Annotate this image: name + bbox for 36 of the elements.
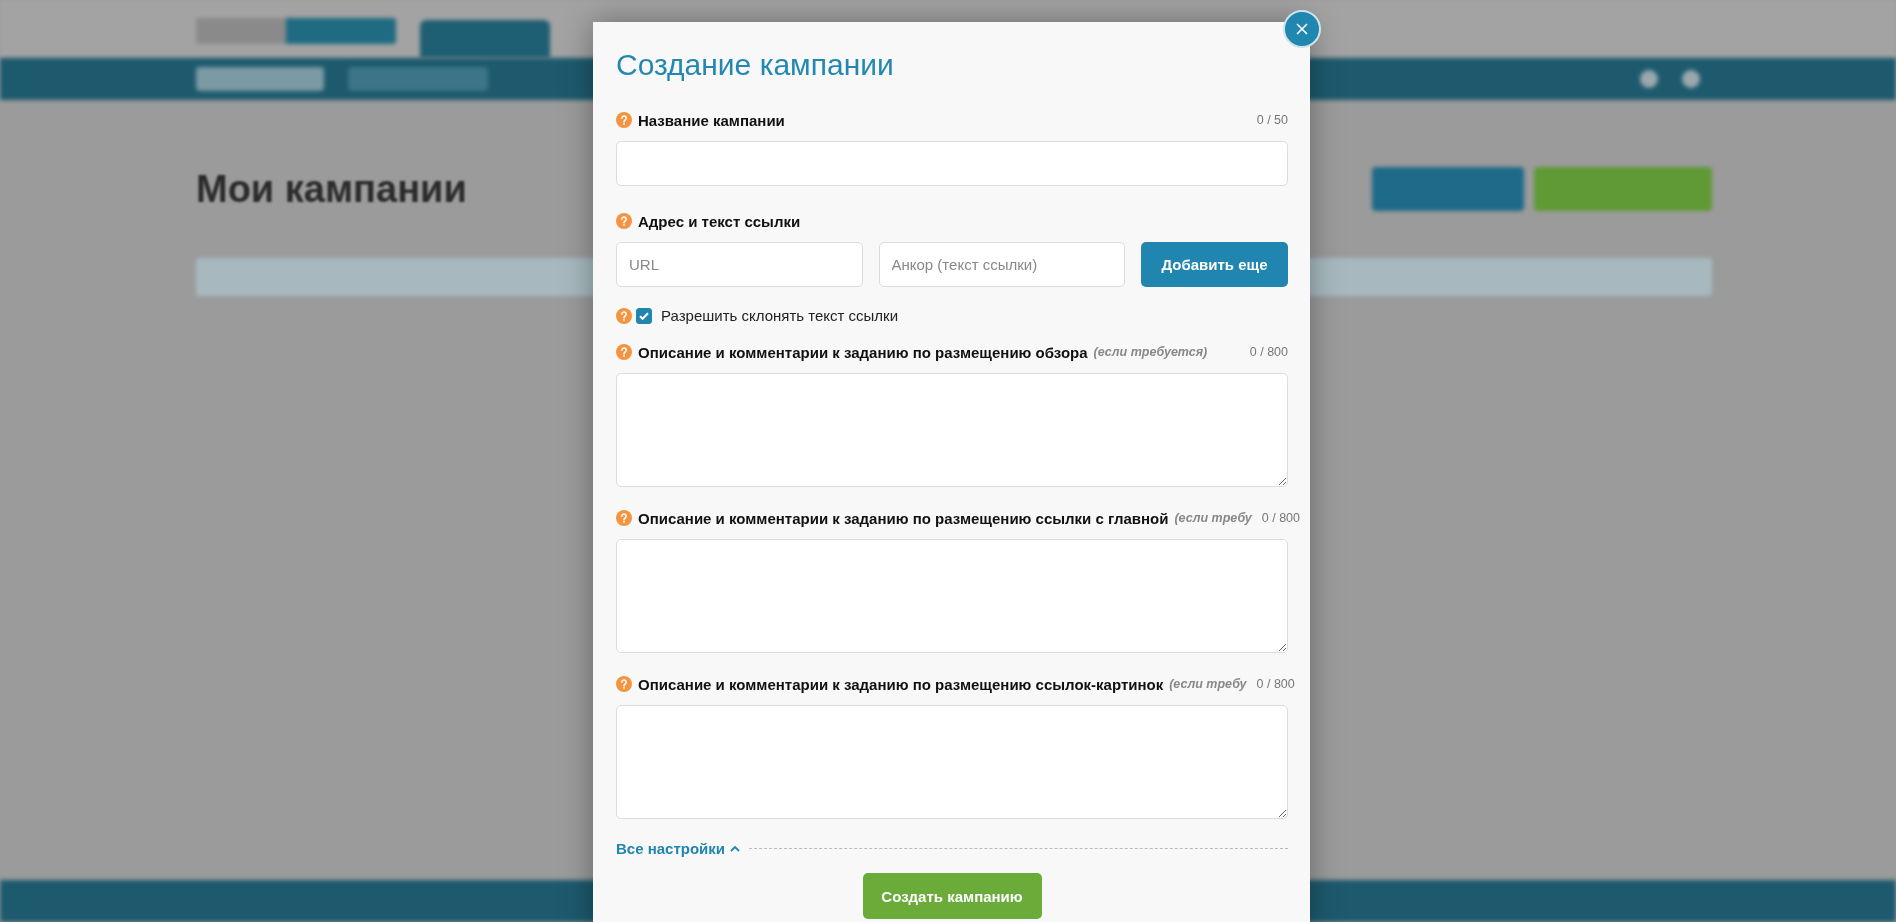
field-label: Название кампании xyxy=(638,111,785,129)
modal-title: Создание кампании xyxy=(616,48,895,82)
field-label: Адрес и текст ссылки xyxy=(638,212,801,230)
optional-note: (если требу xyxy=(1169,677,1247,691)
help-icon[interactable] xyxy=(616,676,632,692)
optional-note: (если требу xyxy=(1174,511,1252,525)
optional-note: (если требуется) xyxy=(1093,345,1208,359)
character-counter: 0 / 800 xyxy=(1248,345,1288,359)
close-icon xyxy=(1295,22,1309,36)
help-icon[interactable] xyxy=(616,112,632,128)
character-counter: 0 / 800 xyxy=(1255,677,1295,691)
character-counter: 0 / 800 xyxy=(1260,511,1300,525)
checkbox-label: Разрешить склонять текст ссылки xyxy=(661,307,899,324)
url-input[interactable]: URL xyxy=(616,242,863,287)
field-label: Описание и комментарии к заданию по размещению ссылки с главной xyxy=(638,509,1169,527)
help-icon[interactable] xyxy=(616,213,632,229)
help-icon[interactable] xyxy=(616,344,632,360)
nav-item[interactable] xyxy=(196,67,324,91)
checkbox[interactable] xyxy=(636,307,652,324)
description-textarea[interactable] xyxy=(616,539,1288,653)
description-textarea[interactable] xyxy=(616,705,1288,819)
help-icon[interactable] xyxy=(616,510,632,526)
nav-item[interactable] xyxy=(348,67,488,91)
quick-link-button[interactable] xyxy=(1372,167,1524,211)
help-icon[interactable] xyxy=(616,307,632,324)
field-label: Описание и комментарии к заданию по размещению обзора xyxy=(638,343,1088,361)
all-settings-link[interactable]: Все настройки xyxy=(616,840,742,857)
anchor-input[interactable]: Анкор (текст ссылки) xyxy=(878,242,1125,287)
header-tab[interactable] xyxy=(420,20,550,58)
field-label: Описание и комментарии к заданию по размещению ссылок-картинок xyxy=(638,675,1164,693)
add-more-button[interactable]: Добавить еще xyxy=(1141,242,1288,287)
description-textarea[interactable] xyxy=(616,373,1288,487)
create-campaign-button[interactable]: Создать кампанию xyxy=(862,873,1042,919)
page-title: Мои кампании xyxy=(196,167,467,211)
campaign-name-input[interactable] xyxy=(616,141,1288,186)
character-counter: 0 / 50 xyxy=(1255,113,1288,127)
